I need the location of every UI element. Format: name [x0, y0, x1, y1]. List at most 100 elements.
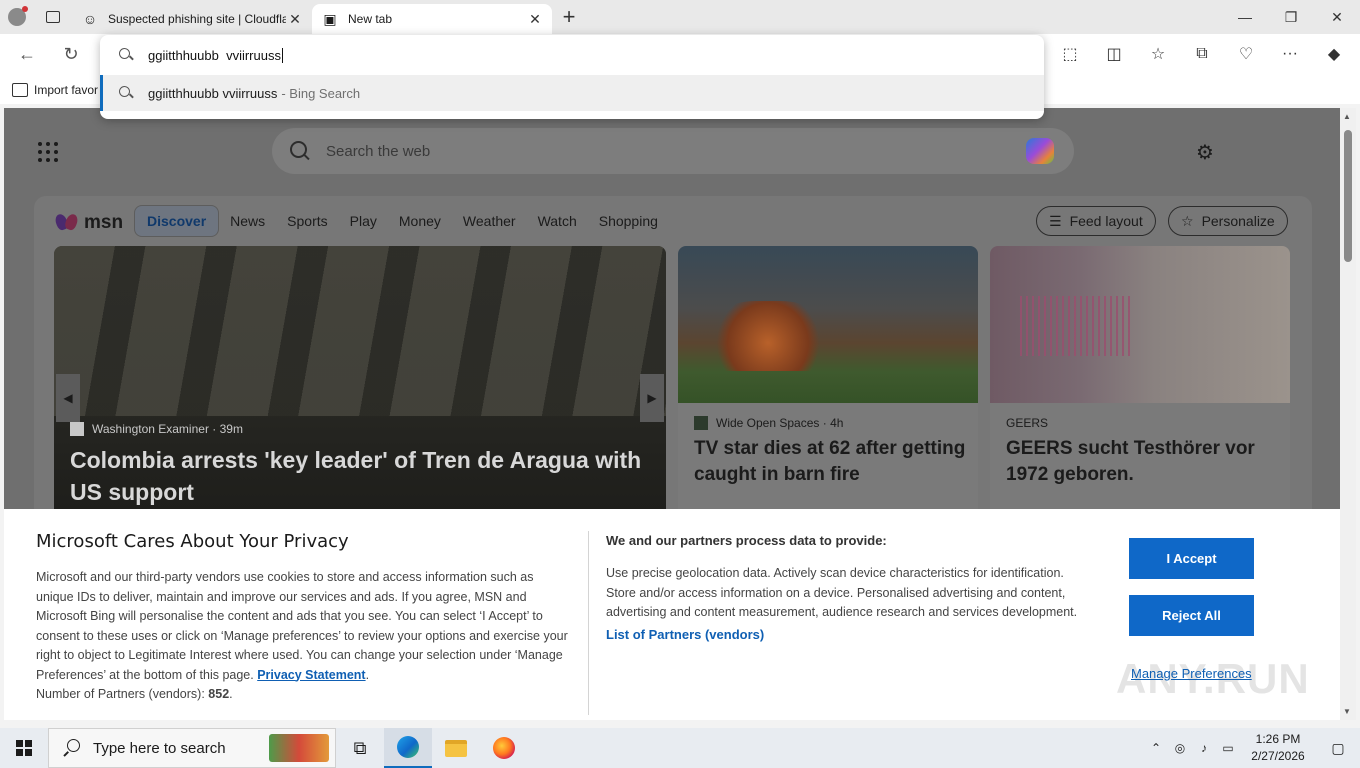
- suggestion-suffix: - Bing Search: [281, 85, 361, 101]
- article-headline[interactable]: TV star dies at 62 after getting caught …: [694, 436, 966, 488]
- taskbar-file-explorer[interactable]: [432, 728, 480, 768]
- input-icon[interactable]: ▭: [1216, 741, 1240, 755]
- address-typed-text: ggiitthhuubb vviirruuss: [148, 47, 281, 63]
- notifications-icon[interactable]: ▢: [1316, 728, 1360, 768]
- sliders-icon: ☰: [1049, 212, 1062, 229]
- tab-title: New tab: [348, 12, 393, 26]
- taskbar-edge[interactable]: [384, 728, 432, 768]
- web-search-box[interactable]: Search the web: [272, 128, 1074, 174]
- favorites-star-icon[interactable]: ☆: [1136, 34, 1180, 74]
- page-scrollbar[interactable]: ▲ ▼: [1340, 108, 1356, 720]
- chevron-up-icon[interactable]: ⌃: [1144, 741, 1168, 755]
- feed-layout-button[interactable]: ☰ Feed layout: [1036, 206, 1156, 236]
- app-launcher-icon[interactable]: [38, 142, 58, 162]
- nav-shopping[interactable]: Shopping: [588, 213, 669, 229]
- search-suggestion[interactable]: ggiitthhuubb vviirruuss - Bing Search: [100, 75, 1044, 111]
- publisher-logo-icon: [694, 416, 708, 430]
- profile-button[interactable]: [0, 0, 34, 34]
- extensions-icon[interactable]: ⬚: [1048, 34, 1092, 74]
- scroll-down-icon[interactable]: ▼: [1343, 707, 1351, 716]
- nav-play[interactable]: Play: [339, 213, 388, 229]
- search-highlight-icon: [269, 734, 329, 762]
- volume-icon[interactable]: ♪: [1192, 741, 1216, 755]
- divider: [588, 531, 589, 715]
- clock-date: 2/27/2026: [1251, 749, 1305, 763]
- nav-news[interactable]: News: [219, 213, 276, 229]
- notification-dot: [22, 6, 28, 12]
- start-button[interactable]: [0, 728, 48, 768]
- new-tab-button[interactable]: +: [552, 0, 586, 34]
- article-headline[interactable]: GEERS sucht Testhörer vor 1972 geboren.: [1006, 436, 1278, 488]
- privacy-body-text: Microsoft and our third-party vendors us…: [36, 570, 568, 682]
- task-view-icon[interactable]: ⧉: [336, 728, 384, 768]
- collections-icon[interactable]: ⧉: [1180, 34, 1224, 74]
- partners-label: Number of Partners (vendors):: [36, 687, 205, 701]
- minimize-icon[interactable]: —: [1222, 0, 1268, 34]
- close-tab-icon[interactable]: ✕: [526, 10, 544, 28]
- firefox-icon: [493, 737, 515, 759]
- manage-preferences-link[interactable]: Manage Preferences: [1131, 666, 1252, 681]
- privacy-title: Microsoft Cares About Your Privacy: [36, 531, 349, 552]
- nav-weather[interactable]: Weather: [452, 213, 527, 229]
- nav-watch[interactable]: Watch: [527, 213, 588, 229]
- accept-button[interactable]: I Accept: [1129, 538, 1254, 579]
- search-icon: [118, 85, 134, 101]
- import-favorites-link[interactable]: Import favor: [34, 83, 98, 97]
- toolbar-actions: ⬚ ◫ ☆ ⧉ ♡ ··· ◆: [1048, 34, 1356, 74]
- search-icon: [290, 141, 310, 161]
- suggestion-query: ggiitthhuubb vviirruuss: [148, 85, 278, 101]
- tab-phishing[interactable]: ☺ Suspected phishing site | Cloudfla ✕: [72, 5, 312, 33]
- article-card[interactable]: Wide Open Spaces · 4h TV star dies at 62…: [678, 246, 978, 526]
- nav-money[interactable]: Money: [388, 213, 452, 229]
- carousel-prev-icon[interactable]: ◀: [56, 374, 80, 422]
- more-options-icon[interactable]: ···: [1268, 34, 1312, 74]
- privacy-body: Microsoft and our third-party vendors us…: [36, 570, 568, 701]
- source-name: Washington Examiner: [92, 422, 209, 436]
- settings-gear-icon[interactable]: ⚙: [1196, 140, 1214, 165]
- partners-list-link[interactable]: List of Partners (vendors): [606, 627, 1096, 642]
- msn-logo[interactable]: msn: [56, 212, 123, 234]
- scrollbar-thumb[interactable]: [1344, 130, 1352, 262]
- restore-icon[interactable]: ❐: [1268, 0, 1314, 34]
- refresh-button[interactable]: ↻: [54, 34, 88, 74]
- web-search-placeholder: Search the web: [326, 142, 431, 160]
- edge-icon: [397, 736, 419, 758]
- msn-logo-text: msn: [84, 212, 124, 233]
- tab-new-tab[interactable]: ▣ New tab ✕: [312, 4, 552, 34]
- newtab-icon: ▣: [323, 10, 337, 27]
- msn-butterfly-icon: [56, 212, 80, 234]
- privacy-statement-link[interactable]: Privacy Statement: [257, 668, 365, 682]
- hero-article[interactable]: ◀ ▶ Washington Examiner · 39m Colombia a…: [54, 246, 666, 526]
- personalize-button[interactable]: ☆ Personalize: [1168, 206, 1288, 236]
- back-button[interactable]: ←: [10, 34, 44, 74]
- tab-actions-button[interactable]: [34, 0, 72, 34]
- close-window-icon[interactable]: ✕: [1314, 0, 1360, 34]
- system-tray: ⌃ ◎ ♪ ▭ 1:26 PM 2/27/2026 ▢: [1144, 728, 1360, 768]
- article-source: GEERS: [1006, 416, 1048, 430]
- publisher-logo-icon: [70, 422, 84, 436]
- source-name: Wide Open Spaces: [716, 416, 820, 430]
- taskbar-firefox[interactable]: [480, 728, 528, 768]
- search-icon: [63, 739, 81, 757]
- article-source: Wide Open Spaces · 4h: [694, 416, 843, 430]
- address-input[interactable]: ggiitthhuubb vviirruuss: [100, 35, 1044, 75]
- carousel-next-icon[interactable]: ▶: [640, 374, 664, 422]
- scroll-up-icon[interactable]: ▲: [1343, 112, 1351, 121]
- window-controls: — ❐ ✕: [1222, 0, 1360, 34]
- nav-sports[interactable]: Sports: [276, 213, 338, 229]
- clock[interactable]: 1:26 PM 2/27/2026: [1240, 731, 1316, 765]
- partners-count: 852: [208, 687, 230, 701]
- close-tab-icon[interactable]: ✕: [286, 10, 304, 28]
- network-icon[interactable]: ◎: [1168, 741, 1192, 755]
- reject-all-button[interactable]: Reject All: [1129, 595, 1254, 636]
- hero-headline[interactable]: Colombia arrests 'key leader' of Tren de…: [70, 444, 660, 508]
- copilot-icon[interactable]: [1026, 138, 1054, 164]
- split-screen-icon[interactable]: ◫: [1092, 34, 1136, 74]
- nav-discover[interactable]: Discover: [134, 205, 220, 237]
- article-card[interactable]: GEERS GEERS sucht Testhörer vor 1972 geb…: [990, 246, 1290, 526]
- taskbar-search[interactable]: Type here to search: [48, 728, 336, 768]
- copilot-icon[interactable]: ◆: [1312, 34, 1356, 74]
- article-age: · 4h: [822, 416, 844, 430]
- browser-essentials-icon[interactable]: ♡: [1224, 34, 1268, 74]
- smiley-icon: ☺: [82, 11, 98, 27]
